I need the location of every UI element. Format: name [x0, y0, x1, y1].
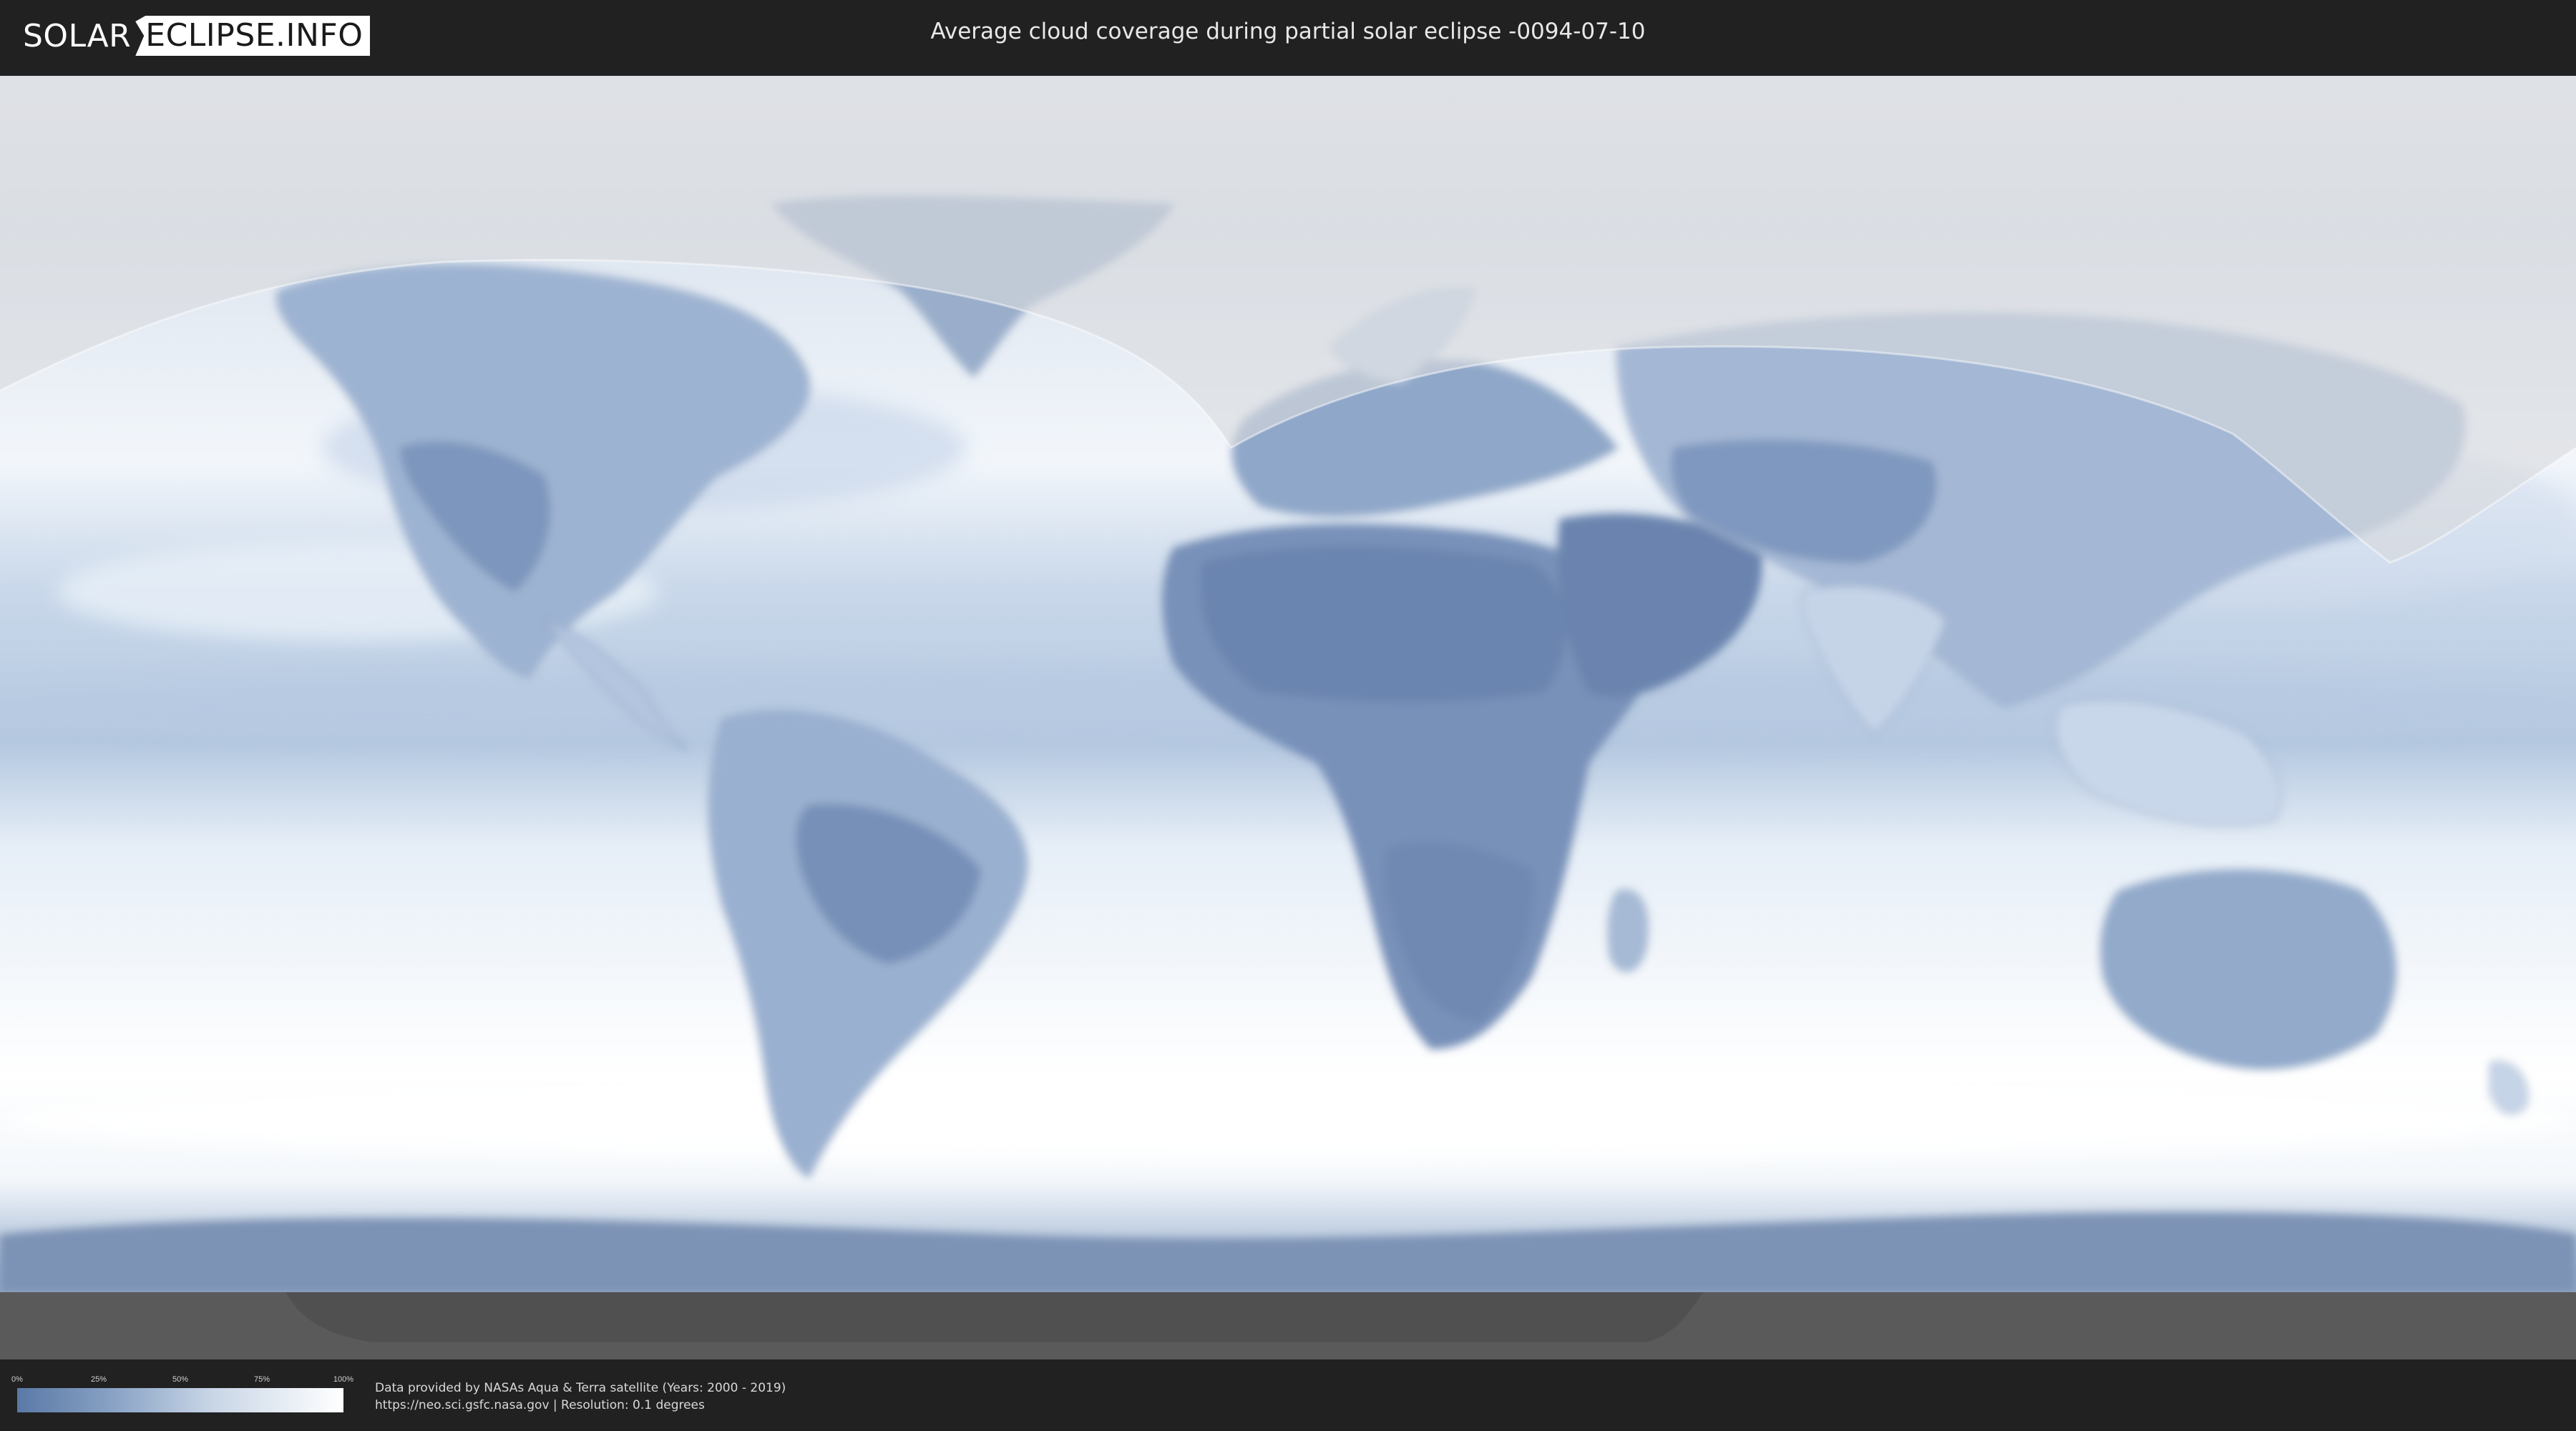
legend-tick-50: 50%: [172, 1375, 189, 1384]
legend-tick-75: 75%: [253, 1375, 270, 1384]
header-bar: SOLAR ECLIPSE.INFO Average cloud coverag…: [0, 0, 2576, 72]
data-credits: Data provided by NASAs Aqua & Terra sate…: [375, 1379, 786, 1414]
credits-link[interactable]: https://neo.sci.gsfc.nasa.gov | Resoluti…: [375, 1397, 786, 1414]
legend-tick-100: 100%: [333, 1375, 354, 1384]
map-canvas: [0, 76, 2576, 1359]
legend-tick-25: 25%: [90, 1375, 107, 1384]
legend-ticks: 0% 25% 50% 75% 100%: [11, 1375, 353, 1388]
credits-source: Data provided by NASAs Aqua & Terra sate…: [375, 1381, 786, 1395]
page-title: Average cloud coverage during partial so…: [930, 19, 1646, 44]
legend-tick-0: 0%: [11, 1375, 23, 1384]
cloud-coverage-legend: 0% 25% 50% 75% 100%: [11, 1375, 353, 1412]
legend-color-bar: [17, 1388, 343, 1412]
footer-bar: 0% 25% 50% 75% 100% Data provided by NAS…: [0, 1359, 2576, 1431]
cloud-coverage-map[interactable]: [0, 76, 2576, 1359]
